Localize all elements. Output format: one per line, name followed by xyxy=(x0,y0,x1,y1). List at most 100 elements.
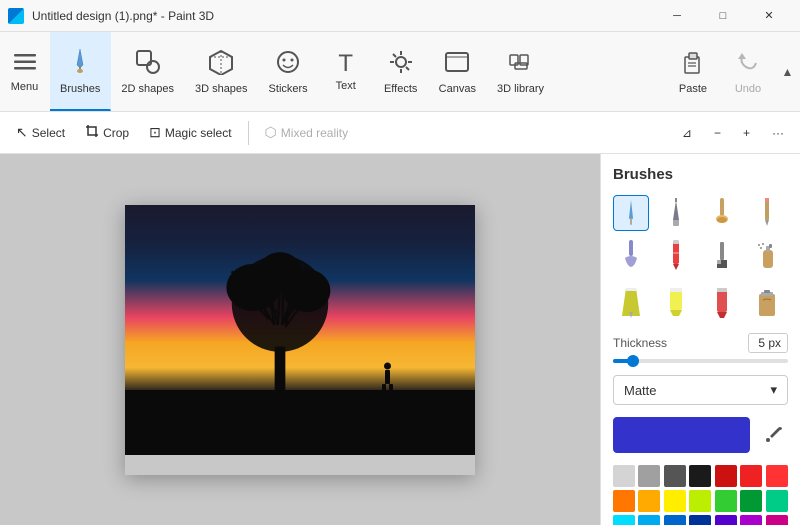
select-icon: ↖ xyxy=(16,124,28,141)
undo-label: Undo xyxy=(735,83,761,95)
brush-watercolor[interactable] xyxy=(613,237,649,273)
line-tool-button[interactable]: ⊿ xyxy=(674,122,700,144)
undo-icon xyxy=(736,49,760,79)
brush-pencil[interactable] xyxy=(749,195,785,231)
window-controls[interactable]: ─ □ ✕ xyxy=(654,0,792,32)
brush-pencil2[interactable] xyxy=(613,285,649,321)
swatch-darkred[interactable] xyxy=(715,465,737,487)
ribbon-canvas[interactable]: Canvas xyxy=(429,32,487,111)
swatch-yellow[interactable] xyxy=(664,490,686,512)
eyedropper-button[interactable] xyxy=(758,420,788,450)
ribbon-brushes[interactable]: Brushes xyxy=(50,32,111,111)
effects-icon xyxy=(388,49,414,79)
tree-silhouette xyxy=(215,250,345,400)
brush-crayon[interactable] xyxy=(658,237,694,273)
main-area: Brushes xyxy=(0,154,800,525)
ribbon-stickers[interactable]: Stickers xyxy=(259,32,319,111)
swatch-darkblue[interactable] xyxy=(689,515,711,525)
thickness-value[interactable]: 5 px xyxy=(748,333,788,353)
swatch-amber[interactable] xyxy=(638,490,660,512)
ribbon-text[interactable]: T Text xyxy=(319,32,374,111)
title-bar-left: Untitled design (1).png* - Paint 3D xyxy=(8,8,214,24)
thickness-row: Thickness 5 px xyxy=(613,333,788,353)
brush-pixel[interactable] xyxy=(704,237,740,273)
ribbon-undo[interactable]: Undo xyxy=(721,32,776,111)
swatch-black[interactable] xyxy=(689,465,711,487)
ribbon-effects[interactable]: Effects xyxy=(374,32,429,111)
text-icon: T xyxy=(338,52,353,76)
color-preview-row xyxy=(613,417,788,453)
panel-title: Brushes xyxy=(613,166,788,183)
swatch-lime[interactable] xyxy=(689,490,711,512)
swatch-orange[interactable] xyxy=(613,490,635,512)
brush-grid-2 xyxy=(613,285,788,321)
crop-button[interactable]: Crop xyxy=(77,120,137,145)
swatch-lightgray[interactable] xyxy=(613,465,635,487)
ribbon-3dshapes[interactable]: 3D shapes xyxy=(185,32,259,111)
swatch-gray[interactable] xyxy=(638,465,660,487)
canvas-image[interactable] xyxy=(125,205,475,455)
swatch-purple[interactable] xyxy=(740,515,762,525)
swatch-skyblue[interactable] xyxy=(638,515,660,525)
swatch-darkgray[interactable] xyxy=(664,465,686,487)
matte-dropdown[interactable]: Matte ▾ xyxy=(613,375,788,405)
swatch-green[interactable] xyxy=(715,490,737,512)
canvas-wrapper xyxy=(125,205,475,475)
person-silhouette xyxy=(380,362,395,397)
ribbon-chevron[interactable]: ▲ xyxy=(776,32,800,111)
text-label: Text xyxy=(336,80,356,92)
swatch-darkgreen[interactable] xyxy=(740,490,762,512)
plus-button[interactable]: + xyxy=(735,122,758,144)
mixed-reality-label: Mixed reality xyxy=(281,126,348,140)
swatch-red[interactable] xyxy=(740,465,762,487)
swatch-cyan[interactable] xyxy=(613,515,635,525)
maximize-button[interactable]: □ xyxy=(700,0,746,32)
brush-marker[interactable] xyxy=(658,195,694,231)
3dlibrary-icon xyxy=(508,49,534,79)
slider-track xyxy=(613,359,788,363)
mixed-reality-button[interactable]: ⬡ Mixed reality xyxy=(257,120,357,145)
swatch-teal[interactable] xyxy=(766,490,788,512)
thickness-label: Thickness xyxy=(613,336,667,350)
brush-container[interactable] xyxy=(749,285,785,321)
color-preview-box[interactable] xyxy=(613,417,750,453)
brush-crayon2[interactable] xyxy=(704,285,740,321)
toolbar-right: ⊿ − + ··· xyxy=(674,122,792,144)
swatch-indigo[interactable] xyxy=(715,515,737,525)
2dshapes-label: 2D shapes xyxy=(121,83,174,95)
select-label: Select xyxy=(32,126,65,140)
minimize-button[interactable]: ─ xyxy=(654,0,700,32)
swatch-blue[interactable] xyxy=(664,515,686,525)
swatch-magenta[interactable] xyxy=(766,515,788,525)
ribbon-menu[interactable]: Menu xyxy=(0,32,50,111)
more-button[interactable]: ··· xyxy=(764,122,792,144)
2dshapes-icon xyxy=(135,49,161,79)
minus-button[interactable]: − xyxy=(706,122,729,144)
swatch-brightred[interactable] xyxy=(766,465,788,487)
menu-icon xyxy=(14,51,36,77)
close-button[interactable]: ✕ xyxy=(746,0,792,32)
select-button[interactable]: ↖ Select xyxy=(8,120,73,145)
stickers-icon xyxy=(275,49,301,79)
ribbon-3dlibrary[interactable]: 3D library xyxy=(487,32,555,111)
brush-highlighter[interactable] xyxy=(658,285,694,321)
slider-thumb[interactable] xyxy=(627,355,639,367)
thickness-slider[interactable] xyxy=(613,359,788,363)
canvas-reflection xyxy=(125,455,475,475)
crop-label: Crop xyxy=(103,126,129,140)
window-title: Untitled design (1).png* - Paint 3D xyxy=(32,9,214,23)
ribbon-paste[interactable]: Paste xyxy=(666,32,721,111)
3dshapes-label: 3D shapes xyxy=(195,83,248,95)
effects-label: Effects xyxy=(384,83,417,95)
brush-spray[interactable] xyxy=(749,237,785,273)
toolbar: ↖ Select Crop ⊡ Magic select ⬡ Mixed rea… xyxy=(0,112,800,154)
canvas-area[interactable] xyxy=(0,154,600,525)
more-icon: ··· xyxy=(772,126,784,140)
paste-icon xyxy=(681,49,705,79)
ribbon-2dshapes[interactable]: 2D shapes xyxy=(111,32,185,111)
color-swatches xyxy=(613,465,788,525)
magic-select-button[interactable]: ⊡ Magic select xyxy=(141,120,239,145)
menu-label: Menu xyxy=(11,81,39,93)
brush-calligraphy[interactable] xyxy=(613,195,649,231)
brush-oil[interactable] xyxy=(704,195,740,231)
